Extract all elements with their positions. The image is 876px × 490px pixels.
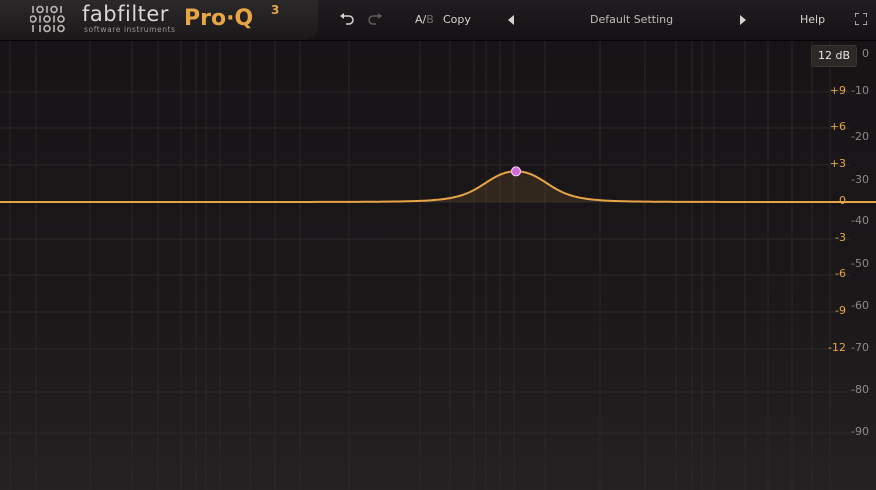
eq-scale-label: -6 — [835, 267, 846, 280]
eq-scale-label: 0 — [839, 194, 846, 207]
eq-scale-label: +9 — [829, 84, 846, 97]
spectrum-scale-label: -80 — [851, 383, 869, 396]
eq-scale-label: -3 — [835, 231, 846, 244]
display-range-button[interactable]: 12 dB — [811, 45, 857, 67]
eq-scale-label: +3 — [829, 157, 846, 170]
spectrum-scale-label: -40 — [851, 214, 869, 227]
band-node-handle[interactable] — [510, 166, 522, 177]
eq-scale-label: -9 — [835, 304, 846, 317]
spectrum-scale-label: -50 — [851, 257, 869, 270]
eq-scale-label: -12 — [828, 341, 846, 354]
spectrum-scale-label: -10 — [851, 84, 869, 97]
spectrum-scale-label: -60 — [851, 299, 869, 312]
spectrum-scale-label: 0 — [862, 47, 869, 60]
eq-scale-label: +6 — [829, 120, 846, 133]
spectrum-scale-label: -70 — [851, 341, 869, 354]
spectrum-scale-label: -30 — [851, 173, 869, 186]
eq-graph-svg[interactable] — [0, 0, 876, 490]
spectrum-scale-label: -20 — [851, 130, 869, 143]
spectrum-scale-label: -90 — [851, 425, 869, 438]
